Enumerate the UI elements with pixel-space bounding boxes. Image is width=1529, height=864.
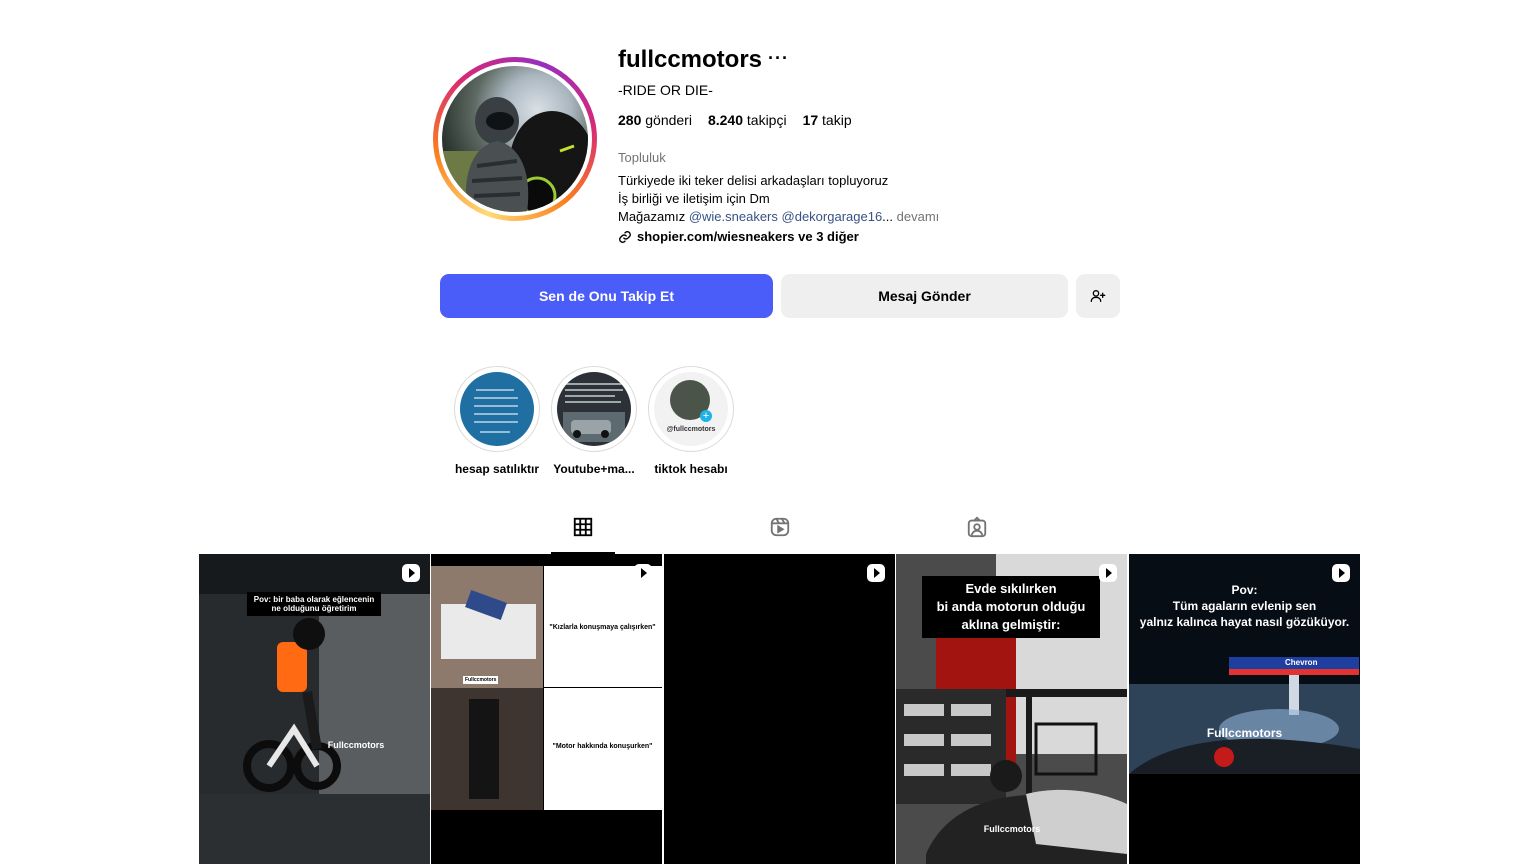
- post-tile[interactable]: Fullccmotors "Kızlarla konuşmaya çalışır…: [431, 554, 662, 864]
- mention-link[interactable]: @wie.sneakers: [689, 209, 778, 224]
- post-tile[interactable]: Pov: bir baba olarak eğlencenin ne olduğu…: [199, 554, 430, 864]
- profile-username: fullccmotors: [618, 46, 763, 73]
- tab-reels[interactable]: [748, 516, 812, 552]
- bio-line: Mağazamız @wie.sneakers @dekorgarage16..…: [618, 209, 940, 224]
- profile-category: Topluluk: [618, 150, 666, 165]
- post-tile[interactable]: [664, 554, 895, 864]
- highlight-cover: [460, 372, 534, 446]
- add-user-icon: [1090, 290, 1106, 302]
- follow-button[interactable]: Sen de Onu Takip Et: [440, 274, 773, 318]
- profile-full-name: -RIDE OR DIE-: [618, 82, 713, 98]
- profile-avatar[interactable]: [433, 57, 597, 221]
- highlight-label: Youtube+ma...: [553, 462, 635, 476]
- highlight-label: hesap satılıktır: [454, 462, 540, 476]
- following-stat[interactable]: 17 takip: [803, 112, 852, 128]
- link-icon: [619, 230, 631, 243]
- reel-icon: [1099, 564, 1117, 582]
- mention-link[interactable]: @dekorgarage16: [782, 209, 883, 224]
- reel-icon: [634, 564, 652, 582]
- plus-icon: +: [700, 410, 712, 422]
- avatar-photo: [442, 66, 588, 212]
- grid-icon: [573, 517, 593, 537]
- profile-bio: Türkiyede iki teker delisi arkadaşları t…: [618, 172, 939, 226]
- bio-more-button[interactable]: devamı: [897, 209, 940, 224]
- highlight-item[interactable]: Youtube+ma...: [550, 366, 638, 476]
- followers-stat[interactable]: 8.240 takipçi: [708, 112, 787, 128]
- more-options-icon[interactable]: ···: [768, 48, 789, 69]
- message-button[interactable]: Mesaj Gönder: [781, 274, 1068, 318]
- reel-icon: [1332, 564, 1350, 582]
- highlight-cover: [557, 372, 631, 446]
- tab-posts[interactable]: [551, 516, 615, 554]
- post-tile[interactable]: Chevron Pov: Tüm agaların evlenip sen yaln…: [1129, 554, 1360, 864]
- reels-icon: [770, 517, 790, 537]
- tagged-icon: [967, 516, 987, 538]
- profile-stats: 280 gönderi 8.240 takipçi 17 takip: [618, 112, 852, 128]
- suggested-users-button[interactable]: [1076, 274, 1120, 318]
- tab-tagged[interactable]: [945, 516, 1009, 552]
- profile-link[interactable]: shopier.com/wiesneakers ve 3 diğer: [618, 229, 859, 244]
- reel-icon: [402, 564, 420, 582]
- posts-stat: 280 gönderi: [618, 112, 692, 128]
- reel-icon: [867, 564, 885, 582]
- bio-line: İş birliği ve iletişim için Dm: [618, 191, 770, 206]
- highlight-item[interactable]: + @fullccmotors tiktok hesabı: [647, 366, 735, 476]
- highlight-label: tiktok hesabı: [654, 462, 728, 476]
- bio-line: Türkiyede iki teker delisi arkadaşları t…: [618, 173, 889, 188]
- highlight-item[interactable]: hesap satılıktır: [453, 366, 541, 476]
- highlight-cover: + @fullccmotors: [654, 372, 728, 446]
- post-tile[interactable]: Evde sıkılırken bi anda motorun olduğu akl…: [896, 554, 1127, 864]
